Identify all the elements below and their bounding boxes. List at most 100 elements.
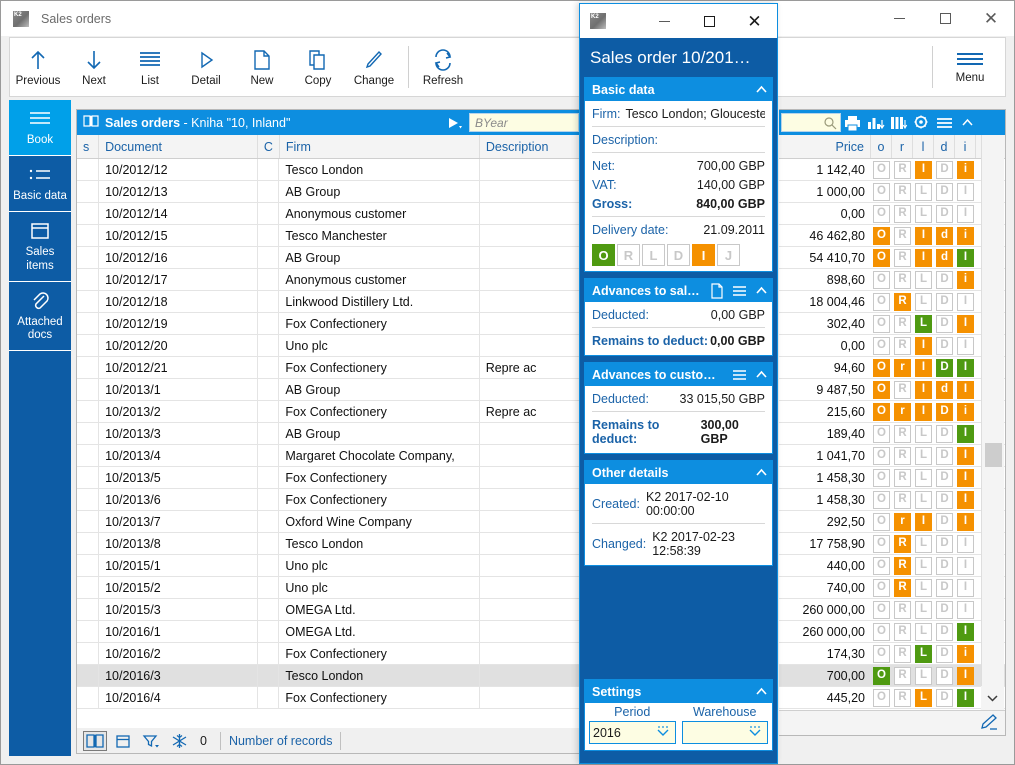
chevron-down-icon[interactable] [654, 724, 672, 741]
filter-icon[interactable] [139, 731, 163, 751]
flag-cell[interactable]: L [913, 425, 934, 443]
flag-cell[interactable]: O [871, 337, 892, 355]
price-row[interactable]: 1 041,70ORLDI [779, 445, 1005, 467]
flag-cell[interactable]: L [913, 491, 934, 509]
flag-cell[interactable]: D [934, 645, 955, 663]
flag-cell[interactable]: D [934, 315, 955, 333]
chevron-up-icon[interactable] [750, 78, 772, 101]
table-row[interactable]: 10/2013/7Oxford Wine Company [77, 511, 581, 533]
flag-cell[interactable]: O [871, 227, 892, 245]
price-row[interactable]: 215,60OrIDi [779, 401, 1005, 423]
list-button[interactable]: List [122, 39, 178, 95]
flag-cell[interactable]: R [892, 381, 913, 399]
flag-cell[interactable]: I [913, 227, 934, 245]
flag-cell[interactable]: D [934, 689, 955, 707]
flag-cell[interactable]: R [892, 491, 913, 509]
flag-cell[interactable]: D [934, 535, 955, 553]
flag-cell[interactable]: D [934, 183, 955, 201]
table-row[interactable]: 10/2012/17Anonymous customer [77, 269, 581, 291]
flag-cell[interactable]: I [913, 403, 934, 421]
price-scrollbar[interactable] [981, 135, 1004, 710]
table-row[interactable]: 10/2012/19Fox Confectionery [77, 313, 581, 335]
price-row[interactable]: 1 458,30ORLDI [779, 467, 1005, 489]
flag-cell[interactable]: O [871, 161, 892, 179]
flag-cell[interactable]: I [955, 315, 976, 333]
price-row[interactable]: 46 462,80ORIdi [779, 225, 1005, 247]
table-row[interactable]: 10/2013/4Margaret Chocolate Company, [77, 445, 581, 467]
flag-cell[interactable]: i [955, 227, 976, 245]
flag-cell[interactable]: D [934, 271, 955, 289]
price-row[interactable]: 740,00ORLDI [779, 577, 1005, 599]
flag-cell[interactable]: D [934, 425, 955, 443]
table-row[interactable]: 10/2012/18Linkwood Distillery Ltd. [77, 291, 581, 313]
flag-cell[interactable]: O [871, 557, 892, 575]
flag-cell[interactable]: R [892, 579, 913, 597]
flag-cell[interactable]: O [871, 579, 892, 597]
sidebar-item-basic-data[interactable]: Basic data [9, 156, 71, 212]
flag-cell[interactable]: D [934, 623, 955, 641]
detail-minimize-button[interactable] [642, 4, 687, 38]
flag-cell[interactable]: R [892, 557, 913, 575]
column-header-description[interactable]: Description [480, 135, 581, 158]
section-settings-header[interactable]: Settings [585, 680, 772, 703]
flag-cell[interactable]: R [892, 183, 913, 201]
grid-search-input[interactable]: BYear [469, 113, 579, 132]
flag-cell[interactable]: L [913, 205, 934, 223]
flag-cell[interactable]: R [892, 469, 913, 487]
table-row[interactable]: 10/2013/5Fox Confectionery [77, 467, 581, 489]
flag-cell[interactable]: R [892, 271, 913, 289]
price-row[interactable]: 0,00ORLDI [779, 203, 1005, 225]
flag-cell[interactable]: I [955, 535, 976, 553]
pencil-underline-icon[interactable] [979, 713, 999, 734]
flag-cell[interactable]: I [913, 161, 934, 179]
flag-cell[interactable]: O [871, 535, 892, 553]
flag-cell[interactable]: i [955, 161, 976, 179]
flag-cell[interactable]: i [955, 645, 976, 663]
price-row[interactable]: 302,40ORLDI [779, 313, 1005, 335]
hamburger-icon[interactable] [728, 363, 750, 386]
flag-cell[interactable]: R [892, 337, 913, 355]
flag-cell[interactable]: L [913, 557, 934, 575]
flag-cell[interactable]: R [892, 315, 913, 333]
flag-cell[interactable]: D [934, 557, 955, 575]
flag-cell[interactable]: O [871, 513, 892, 531]
flag-cell[interactable]: O [871, 359, 892, 377]
flag-cell[interactable]: I [955, 513, 976, 531]
flag-cell[interactable]: L [913, 447, 934, 465]
column-header-d[interactable]: d [934, 135, 955, 158]
detail-close-button[interactable]: ✕ [732, 4, 777, 38]
period-input[interactable]: 2016 [589, 721, 676, 744]
price-row[interactable]: 700,00ORLDI [779, 665, 1005, 687]
price-row[interactable]: 440,00ORLDI [779, 555, 1005, 577]
flag-cell[interactable]: O [871, 271, 892, 289]
menu-button[interactable]: Menu [939, 39, 1001, 95]
flag-cell[interactable]: R [892, 623, 913, 641]
price-row[interactable]: 94,60OrIDI [779, 357, 1005, 379]
flag-cell[interactable]: L [913, 293, 934, 311]
flag-cell[interactable]: O [871, 183, 892, 201]
previous-button[interactable]: Previous [10, 39, 66, 95]
warehouse-input[interactable] [682, 721, 769, 744]
flag-cell[interactable]: O [871, 645, 892, 663]
table-row[interactable]: 10/2012/21Fox ConfectioneryRepre ac [77, 357, 581, 379]
flag-cell[interactable]: O [871, 601, 892, 619]
chevron-up-icon[interactable] [956, 111, 979, 134]
price-row[interactable]: 54 410,70ORIdI [779, 247, 1005, 269]
flag-cell[interactable]: D [934, 161, 955, 179]
flag-cell[interactable]: L [913, 601, 934, 619]
column-header-i[interactable]: i [955, 135, 976, 158]
flag-cell[interactable]: D [934, 579, 955, 597]
flag-cell[interactable]: r [892, 513, 913, 531]
flag-cell[interactable]: I [955, 293, 976, 311]
flag-cell[interactable]: d [934, 249, 955, 267]
chevron-up-icon[interactable] [750, 461, 772, 484]
flag-cell[interactable]: D [934, 667, 955, 685]
flag-cell[interactable]: L [913, 469, 934, 487]
table-row[interactable]: 10/2012/13AB Group [77, 181, 581, 203]
price-row[interactable]: 1 458,30ORLDI [779, 489, 1005, 511]
flag-cell[interactable]: I [913, 381, 934, 399]
flag-cell[interactable]: I [955, 579, 976, 597]
sidebar-item-sales-items[interactable]: Sales items [9, 212, 71, 281]
document-icon[interactable] [706, 279, 728, 302]
flag-cell[interactable]: i [955, 403, 976, 421]
